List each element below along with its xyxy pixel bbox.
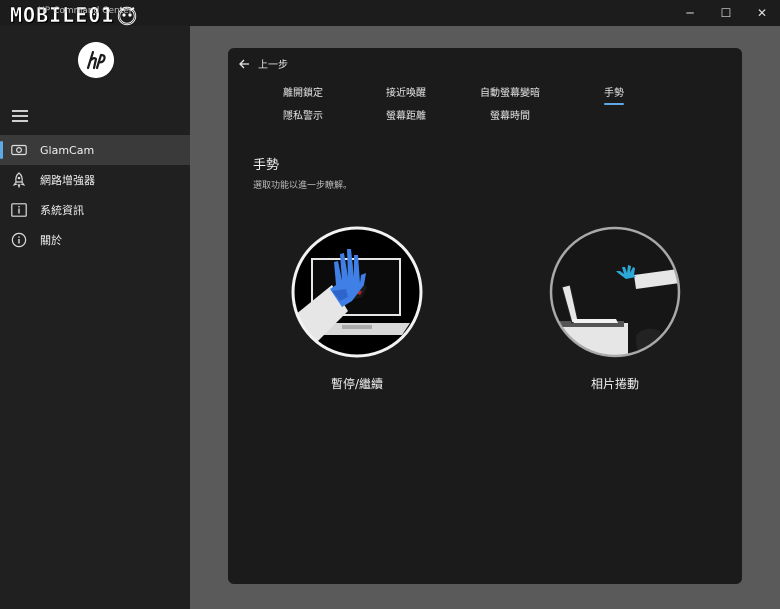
section-subtitle: 選取功能以進一步瞭解。 [253, 181, 353, 191]
camera-icon [10, 141, 28, 159]
tab-privacy-alert[interactable]: 隱私警示 [283, 107, 323, 122]
gesture-settings-card: 上一步 離開鎖定 接近喚醒 自動螢幕變暗 手勢 隱私警示 螢幕距離 螢幕時間 手… [228, 48, 742, 584]
sidebar-item-network-booster[interactable]: 網路增強器 [0, 165, 190, 195]
back-label: 上一步 [258, 60, 288, 71]
title-bar: MOBILE01 HP Command Center ─ ☐ ✕ [0, 0, 780, 27]
sidebar-item-glamcam[interactable]: GlamCam [0, 135, 190, 165]
tab-wake-on-approach[interactable]: 接近喚醒 [386, 84, 426, 99]
tab-auto-dim[interactable]: 自動螢幕變暗 [480, 84, 540, 99]
sidebar: GlamCam 網路增強器 系統資訊 關於 [0, 26, 190, 609]
sidebar-item-system-info[interactable]: 系統資訊 [0, 195, 190, 225]
info-circle-icon [10, 231, 28, 249]
app-title: HP Command Center [38, 6, 133, 16]
sidebar-item-label: GlamCam [40, 143, 95, 157]
sidebar-item-label: 關於 [40, 234, 62, 247]
main-area: 上一步 離開鎖定 接近喚醒 自動螢幕變暗 手勢 隱私警示 螢幕距離 螢幕時間 手… [190, 26, 780, 609]
minimize-button[interactable]: ─ [672, 0, 708, 26]
sidebar-item-label: 網路增強器 [40, 174, 95, 187]
arrow-left-icon [239, 59, 249, 68]
pause-resume-illustration[interactable] [290, 225, 424, 359]
section-title: 手勢 [253, 158, 280, 173]
sidebar-item-about[interactable]: 關於 [0, 225, 190, 255]
tab-gestures[interactable]: 手勢 [604, 84, 624, 105]
back-button[interactable]: 上一步 [238, 56, 288, 71]
info-square-icon [10, 201, 28, 219]
tab-screen-distance[interactable]: 螢幕距離 [386, 107, 426, 122]
rocket-icon [10, 171, 28, 189]
sidebar-item-label: 系統資訊 [40, 204, 84, 217]
photo-scroll-illustration[interactable] [548, 225, 682, 359]
hp-logo-icon [78, 42, 114, 78]
gesture-label-photo-scroll[interactable]: 相片捲動 [535, 375, 695, 392]
tab-screen-time[interactable]: 螢幕時間 [490, 107, 530, 122]
tab-away-lock[interactable]: 離開鎖定 [283, 84, 323, 99]
maximize-button[interactable]: ☐ [708, 0, 744, 26]
close-button[interactable]: ✕ [744, 0, 780, 26]
menu-icon[interactable] [12, 110, 28, 122]
gesture-label-pause-resume[interactable]: 暫停/繼續 [277, 375, 437, 392]
